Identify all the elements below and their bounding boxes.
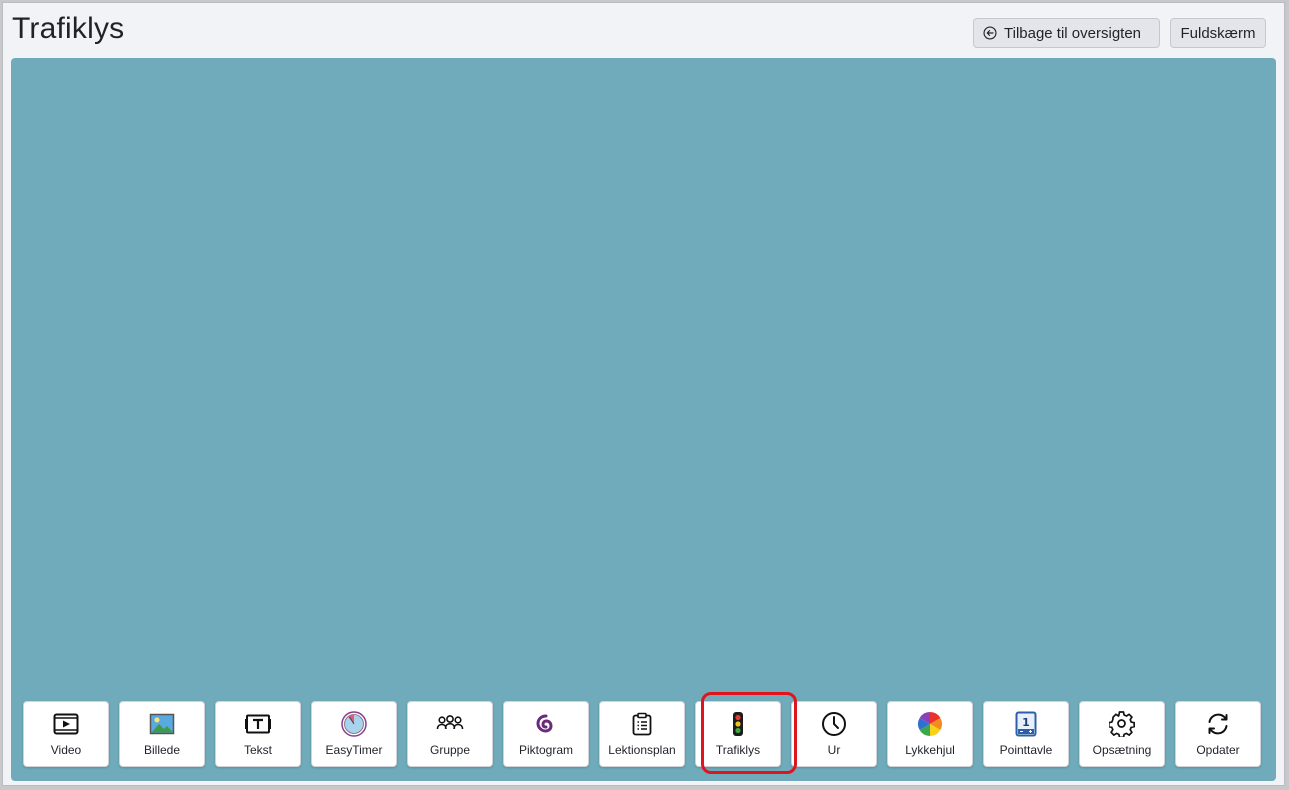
color-wheel-icon — [916, 711, 944, 737]
tool-lesson-plan-button[interactable]: Lektionsplan — [599, 701, 685, 767]
tool-group-button[interactable]: Gruppe — [407, 701, 493, 767]
tool-settings-button[interactable]: Opsætning — [1079, 701, 1165, 767]
tool-label: Opsætning — [1092, 743, 1152, 757]
tool-label: Tekst — [243, 743, 272, 757]
traffic-light-icon — [724, 711, 752, 737]
fullscreen-button[interactable]: Fuldskærm — [1170, 18, 1266, 48]
group-icon — [436, 711, 464, 737]
svg-text:1: 1 — [1022, 716, 1030, 729]
tool-label: Gruppe — [429, 743, 471, 757]
refresh-icon — [1204, 711, 1232, 737]
tool-clock-button[interactable]: Ur — [791, 701, 877, 767]
tool-wheel-of-fortune-button[interactable]: Lykkehjul — [887, 701, 973, 767]
tool-label: Trafiklys — [715, 743, 761, 757]
tool-easytimer-button[interactable]: EasyTimer — [311, 701, 397, 767]
tool-scoreboard-button[interactable]: 1 Pointtavle — [983, 701, 1069, 767]
tool-label: Ur — [827, 743, 841, 757]
clock-icon — [820, 711, 848, 737]
image-icon — [148, 711, 176, 737]
gear-icon — [1108, 711, 1136, 737]
tool-label: Billede — [143, 743, 181, 757]
pictogram-icon — [532, 711, 560, 737]
tool-pictogram-button[interactable]: Piktogram — [503, 701, 589, 767]
tool-text-button[interactable]: Tekst — [215, 701, 301, 767]
back-to-overview-button[interactable]: Tilbage til oversigten — [973, 18, 1160, 48]
video-icon — [52, 711, 80, 737]
tool-label: Piktogram — [518, 743, 574, 757]
scoreboard-icon: 1 — [1012, 711, 1040, 737]
tool-label: Opdater — [1196, 743, 1240, 757]
clipboard-icon — [628, 711, 656, 737]
widget-canvas[interactable]: Video Billede Tekst EasyTimer Gruppe Pik… — [11, 58, 1276, 781]
arrow-left-circle-icon — [983, 26, 997, 40]
back-button-label: Tilbage til oversigten — [1004, 24, 1142, 42]
widget-toolbar: Video Billede Tekst EasyTimer Gruppe Pik… — [23, 692, 1268, 774]
tool-label: EasyTimer — [325, 743, 383, 757]
tool-traffic-light-button[interactable]: Trafiklys — [695, 701, 781, 767]
timer-icon — [340, 711, 368, 737]
tool-video-button[interactable]: Video — [23, 701, 109, 767]
tool-label: Pointtavle — [999, 743, 1053, 757]
tool-label: Lektionsplan — [608, 743, 676, 757]
app-window: Trafiklys Tilbage til oversigten Fuldskæ… — [2, 2, 1285, 786]
tool-label: Video — [50, 743, 82, 757]
tool-image-button[interactable]: Billede — [119, 701, 205, 767]
page-title: Trafiklys — [12, 12, 125, 45]
text-icon — [244, 711, 272, 737]
tool-refresh-button[interactable]: Opdater — [1175, 701, 1261, 767]
tool-label: Lykkehjul — [905, 743, 955, 757]
